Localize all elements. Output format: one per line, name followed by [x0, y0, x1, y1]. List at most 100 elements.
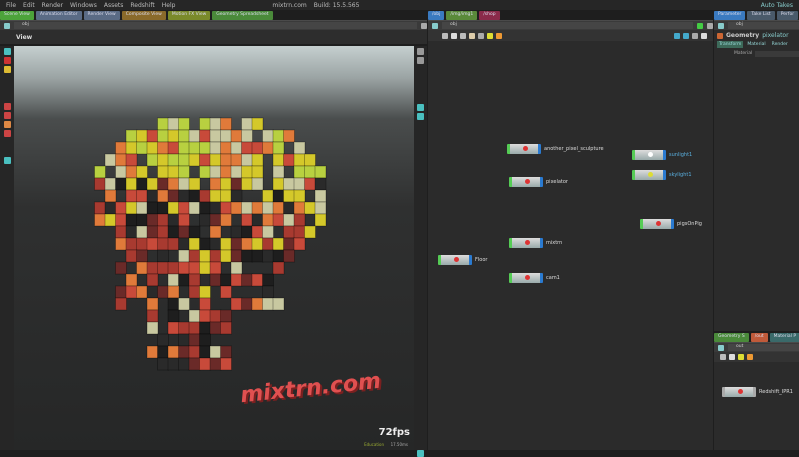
pose-tool-icon[interactable] — [3, 66, 11, 73]
param-tab-transform[interactable]: Transform — [717, 41, 744, 48]
tab-take-list[interactable]: Take List — [747, 11, 775, 20]
node-body[interactable] — [632, 170, 666, 180]
tab-out[interactable]: /out — [750, 333, 768, 342]
voxel — [272, 213, 285, 227]
param-tab-material[interactable]: Material — [745, 41, 767, 48]
node-skylight1[interactable]: skylight1 — [632, 170, 692, 180]
voxel — [167, 225, 180, 239]
voxel — [178, 117, 190, 131]
network-tab[interactable]: /img/img1 — [446, 11, 478, 20]
auto-takes-toggle[interactable]: Auto Takes — [761, 2, 793, 9]
menu-redshift[interactable]: Redshift — [130, 2, 154, 9]
visibility-icon[interactable] — [3, 157, 11, 164]
voxel — [188, 345, 201, 359]
voxel — [104, 153, 117, 167]
snap-icon[interactable] — [3, 103, 11, 110]
sticky-note-icon[interactable] — [487, 32, 493, 39]
menu-file[interactable]: File — [6, 2, 16, 9]
voxel — [230, 249, 243, 263]
tab-motion-fx-view[interactable]: Motion FX View — [167, 11, 211, 20]
node-body[interactable] — [438, 255, 472, 265]
voxel — [115, 165, 127, 179]
out-path-field[interactable]: out — [728, 344, 799, 351]
tab-performance[interactable]: Perfor — [776, 11, 799, 20]
menu-assets[interactable]: Assets — [104, 2, 124, 9]
node-body[interactable] — [509, 238, 543, 248]
node-another_pixel_sculpture[interactable]: another_pixel_sculpture — [507, 144, 604, 154]
param-path-field[interactable]: obj — [728, 22, 799, 29]
color-icon[interactable] — [747, 354, 753, 360]
list-icon[interactable] — [460, 32, 466, 39]
back-button[interactable] — [718, 22, 724, 29]
param-tab-render[interactable]: Render — [770, 41, 790, 48]
camera-icon[interactable] — [3, 130, 11, 137]
sticky-note-icon[interactable] — [738, 354, 744, 360]
note-icon[interactable] — [451, 32, 457, 39]
color-icon[interactable] — [496, 32, 502, 39]
display-option-icon[interactable] — [417, 57, 424, 64]
node-redshift-ipr[interactable]: Redshift_IPR1 — [722, 387, 793, 397]
link-button[interactable] — [697, 22, 703, 29]
node-mixtrn[interactable]: mixtrn — [509, 238, 562, 248]
back-button[interactable] — [718, 344, 724, 351]
note-icon[interactable] — [729, 354, 735, 360]
tab-render-view[interactable]: Render View — [83, 11, 120, 20]
tab-geometry-spreadsheet[interactable]: Geometry Spreadsheet — [212, 11, 273, 20]
tab-material-palette[interactable]: Material P — [769, 333, 799, 342]
node-sunlight1[interactable]: sunlight1 — [632, 150, 692, 160]
path-field[interactable]: obj — [14, 22, 417, 29]
node-icon — [523, 146, 528, 151]
back-button[interactable] — [432, 22, 438, 29]
node-pigsonpig[interactable]: pigsOnPig — [640, 219, 702, 229]
node-body[interactable] — [507, 144, 541, 154]
grid-icon[interactable] — [720, 354, 726, 360]
image-icon[interactable] — [469, 32, 475, 39]
node-cam1[interactable]: cam1 — [509, 273, 560, 283]
network-tab[interactable]: /shop — [479, 11, 500, 20]
network-path-field[interactable]: obj — [442, 22, 693, 29]
node-label: skylight1 — [669, 172, 692, 178]
tab-parameter[interactable]: Parameter — [714, 11, 746, 20]
menu-windows[interactable]: Windows — [70, 2, 97, 9]
node-pixelator[interactable]: pixelator — [509, 177, 568, 187]
node-body[interactable] — [722, 387, 756, 397]
network-tab[interactable]: /obj — [428, 11, 445, 20]
pin-button[interactable] — [421, 22, 427, 29]
tab-composite-view[interactable]: Composite View — [121, 11, 166, 20]
tab-animation-editor[interactable]: Animation Editor — [35, 11, 82, 20]
wireframe-icon[interactable] — [417, 104, 424, 111]
pin-button[interactable] — [707, 22, 713, 29]
align-icon[interactable] — [674, 32, 680, 39]
light-icon[interactable] — [3, 121, 11, 128]
layout-icon[interactable] — [478, 32, 484, 39]
home-icon[interactable] — [701, 32, 707, 39]
search-icon[interactable] — [692, 32, 698, 39]
node-body[interactable] — [509, 177, 543, 187]
shaded-icon[interactable] — [417, 113, 424, 120]
handle-tool-icon[interactable] — [3, 57, 11, 64]
menu-help[interactable]: Help — [162, 2, 176, 9]
node-body[interactable] — [640, 219, 674, 229]
menu-render[interactable]: Render — [42, 2, 63, 9]
viewport[interactable]: mixtrn.com 72fps 17.50ms Education — [14, 46, 414, 450]
tab-scene-view[interactable]: Scene View — [0, 11, 34, 20]
menu-edit[interactable]: Edit — [23, 2, 35, 9]
magnet-icon[interactable] — [3, 112, 11, 119]
voxel — [230, 141, 243, 155]
node-name-field[interactable]: pixelator — [762, 32, 788, 39]
voxel — [136, 177, 148, 191]
node-body[interactable] — [632, 150, 666, 160]
tab-geometry-spreadsheet[interactable]: Geometry S — [714, 333, 749, 342]
display-toggle-icon[interactable] — [417, 450, 424, 457]
voxel — [146, 177, 159, 191]
grid-icon[interactable] — [442, 32, 448, 39]
voxel — [220, 321, 232, 335]
back-button[interactable] — [4, 22, 10, 29]
node-floor[interactable]: Floor — [438, 255, 487, 265]
display-option-icon[interactable] — [417, 48, 424, 55]
material-field[interactable] — [755, 51, 799, 57]
select-tool-icon[interactable] — [3, 48, 11, 55]
node-label: another_pixel_sculpture — [544, 146, 604, 152]
align-icon[interactable] — [683, 32, 689, 39]
node-body[interactable] — [509, 273, 543, 283]
